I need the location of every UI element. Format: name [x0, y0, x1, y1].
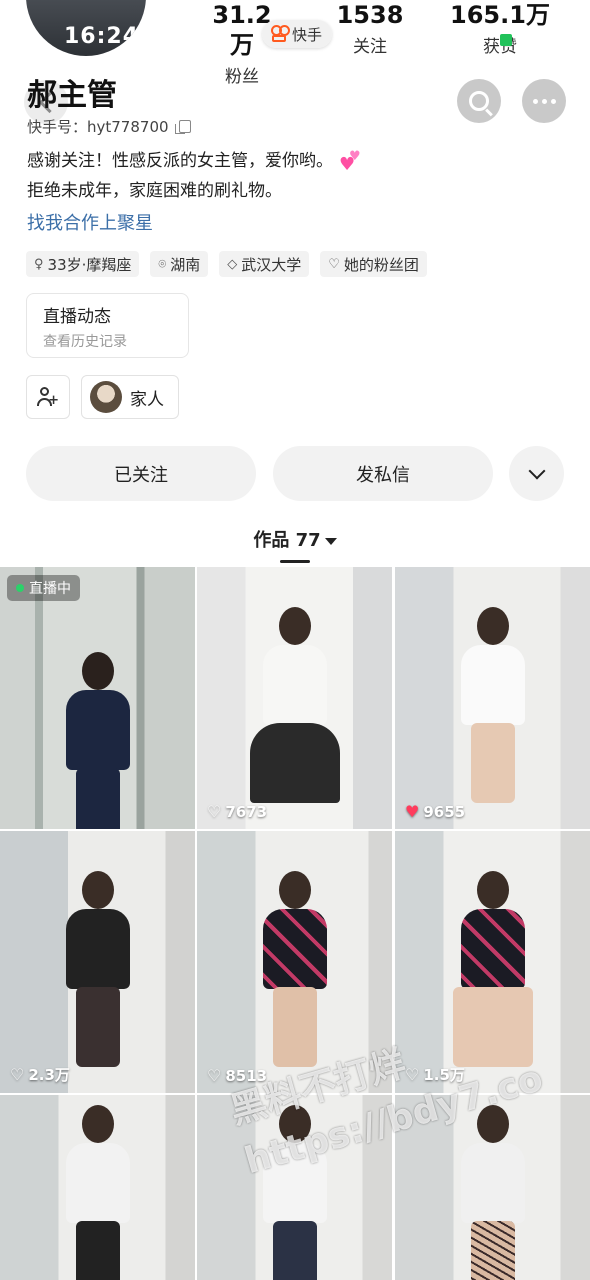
- live-card-title: 直播动态: [43, 307, 111, 327]
- like-count-value: 7673: [225, 802, 268, 821]
- tag-location-label: 湖南: [170, 255, 201, 274]
- video-thumbnail[interactable]: ♡ 1.5万: [395, 831, 590, 1093]
- video-thumbnail[interactable]: ♡ 7673: [197, 567, 392, 829]
- live-card-subtitle: 查看历史记录: [43, 334, 127, 350]
- status-time: 16:24: [64, 24, 140, 49]
- tag-school[interactable]: ◇ 武汉大学: [219, 251, 310, 277]
- hearts-emoji-icon: [339, 142, 361, 180]
- stats-bar: 31.2万 粉丝 1538 关注 165.1万 获赞: [190, 0, 570, 87]
- kuaishou-id-row: 快手号：hyt778700: [27, 116, 191, 137]
- tag-fan-club-label: 她的粉丝团: [343, 255, 419, 274]
- like-count: ♡ 8513: [207, 1066, 267, 1085]
- family-avatar: [90, 381, 122, 413]
- profile-tags: ♀ 33岁·摩羯座 ⌾ 湖南 ◇ 武汉大学 ♡ 她的粉丝团: [26, 251, 427, 277]
- gender-icon: ♀: [34, 256, 44, 272]
- chevron-down-icon: [528, 462, 545, 479]
- live-badge: 直播中: [7, 575, 80, 601]
- like-count: ♡ 2.3万: [10, 1064, 70, 1085]
- tag-school-label: 武汉大学: [241, 255, 302, 274]
- more-button[interactable]: [522, 79, 566, 123]
- works-tab-label: 作品 77: [253, 530, 321, 551]
- tab-underline: [280, 560, 310, 563]
- video-thumbnail[interactable]: ♡ 2.3万: [0, 831, 195, 1093]
- video-thumbnail-live[interactable]: 直播中: [0, 567, 195, 829]
- profile-bio: 感谢关注！性感反派的女主管，爱你哟。 拒绝未成年，家庭困难的刷礼物。: [27, 142, 361, 206]
- video-thumbnail[interactable]: ♡ 8513: [197, 831, 392, 1093]
- add-friend-button[interactable]: +: [26, 375, 70, 419]
- like-count-value: 1.5万: [423, 1066, 465, 1084]
- video-thumbnail[interactable]: [395, 1095, 590, 1280]
- profile-avatar[interactable]: 16:24: [26, 0, 146, 56]
- following-label: 关注: [353, 37, 387, 57]
- tag-age-label: 33岁·摩羯座: [47, 255, 132, 274]
- heart-outline-icon: ♡: [207, 802, 222, 821]
- family-button[interactable]: 家人: [81, 375, 179, 419]
- live-badge-label: 直播中: [29, 581, 71, 597]
- message-button[interactable]: 发私信: [273, 446, 493, 501]
- kuaishou-brand-badge: 快手: [262, 20, 333, 48]
- heart-outline-icon: ♡: [207, 1066, 222, 1085]
- tag-fan-club[interactable]: ♡ 她的粉丝团: [320, 251, 427, 277]
- like-count-value: 9655: [423, 802, 466, 821]
- family-label: 家人: [130, 389, 164, 410]
- tag-age: ♀ 33岁·摩羯座: [26, 251, 140, 277]
- cooperation-link[interactable]: 找我合作上聚星: [27, 209, 153, 235]
- stat-likes[interactable]: 165.1万 获赞: [445, 0, 555, 57]
- search-button[interactable]: [457, 79, 501, 123]
- fans-label: 粉丝: [225, 67, 259, 87]
- fan-club-icon: ♡: [328, 256, 340, 272]
- copy-icon[interactable]: [174, 120, 191, 134]
- like-count: ♥ 9655: [405, 802, 465, 821]
- followed-button[interactable]: 已关注: [26, 446, 256, 501]
- following-count: 1538: [336, 1, 404, 29]
- more-actions-button[interactable]: [509, 446, 564, 501]
- tag-location[interactable]: ⌾ 湖南: [150, 251, 209, 277]
- like-count-value: 2.3万: [28, 1066, 70, 1084]
- profile-name: 郝主管: [27, 78, 117, 113]
- like-count-value: 8513: [225, 1066, 268, 1085]
- heart-outline-icon: ♡: [10, 1065, 25, 1084]
- graduation-icon: ◇: [227, 256, 238, 272]
- location-icon: ⌾: [158, 256, 167, 272]
- heart-outline-icon: ♡: [405, 1065, 420, 1084]
- live-dot-icon: [16, 584, 24, 592]
- video-thumbnail[interactable]: [0, 1095, 195, 1280]
- kuaishou-logo-icon: [270, 25, 290, 43]
- more-icon: [532, 98, 556, 104]
- live-history-card[interactable]: 直播动态 查看历史记录: [26, 293, 189, 358]
- caret-down-icon: [324, 537, 337, 545]
- stat-following[interactable]: 1538 关注: [330, 0, 410, 57]
- tab-works[interactable]: 作品 77: [0, 526, 590, 552]
- likes-count: 165.1万: [450, 1, 550, 29]
- add-person-icon: +: [37, 386, 59, 408]
- kuaishou-id: 快手号：hyt778700: [27, 118, 169, 136]
- like-count: ♡ 1.5万: [405, 1064, 465, 1085]
- brand-label: 快手: [292, 25, 323, 44]
- bio-line-2: 拒绝未成年，家庭困难的刷礼物。: [27, 181, 282, 201]
- video-thumbnail[interactable]: ♥ 9655: [395, 567, 590, 829]
- status-indicator-icon: [500, 34, 512, 46]
- video-thumbnail[interactable]: [197, 1095, 392, 1280]
- like-count: ♡ 7673: [207, 802, 267, 821]
- bio-line-1: 感谢关注！性感反派的女主管，爱你哟。: [27, 151, 333, 171]
- heart-filled-icon: ♥: [405, 802, 420, 821]
- search-icon: [469, 91, 489, 111]
